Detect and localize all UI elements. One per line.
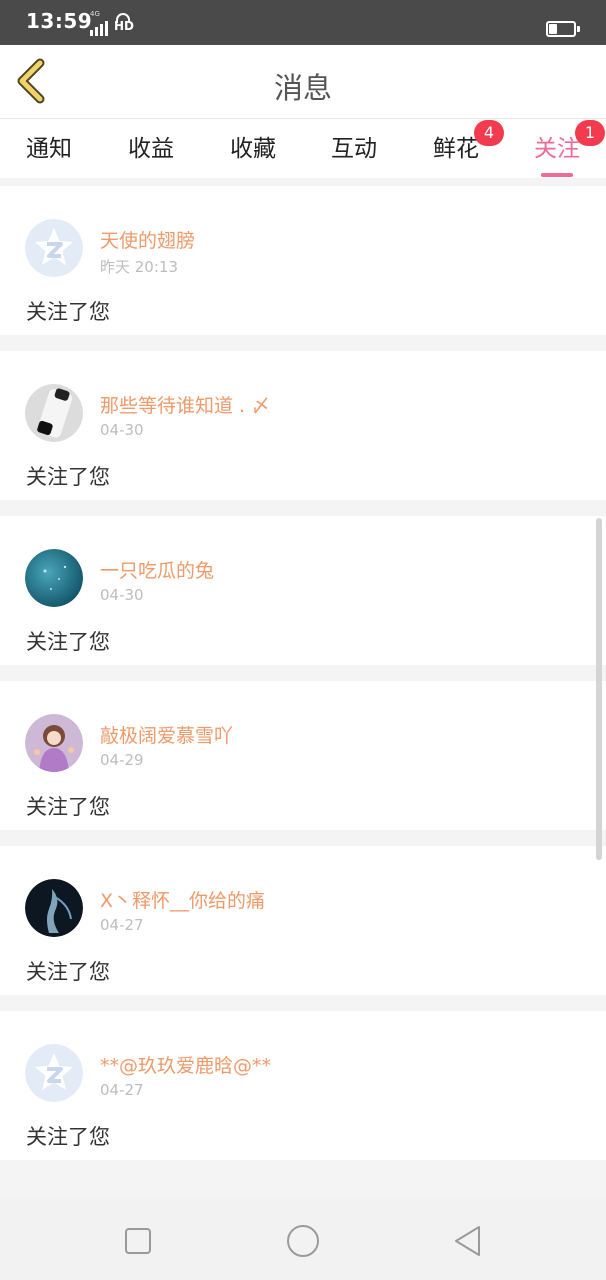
- tab-following[interactable]: 关注 1: [512, 120, 605, 177]
- tab-label: 收藏: [230, 136, 276, 162]
- list-item[interactable]: 敲极阔爱慕雪吖 04-29 关注了您: [0, 681, 606, 830]
- signal-icon: 4G: [88, 10, 114, 36]
- home-button[interactable]: [283, 1221, 323, 1261]
- avatar[interactable]: [25, 549, 83, 607]
- timestamp: 04-30: [100, 421, 144, 439]
- message-text: 关注了您: [26, 795, 110, 819]
- tab-label: 互动: [331, 136, 377, 162]
- username[interactable]: **@玖玖爱鹿晗@**: [100, 1051, 271, 1078]
- tab-label: 收益: [128, 136, 174, 162]
- message-text: 关注了您: [26, 1125, 110, 1149]
- tab-favorites[interactable]: 收藏: [208, 129, 298, 175]
- default-avatar-icon[interactable]: [25, 1044, 83, 1102]
- timestamp: 04-27: [100, 1081, 144, 1099]
- tab-label: 通知: [26, 136, 72, 162]
- active-tab-indicator: [541, 173, 573, 177]
- page-title: 消息: [273, 71, 332, 105]
- page-header: 消息: [0, 45, 606, 119]
- message-text: 关注了您: [26, 960, 110, 984]
- list-item[interactable]: 那些等待谁知道 . 〆 04-30 关注了您: [0, 351, 606, 500]
- tab-interactions[interactable]: 互动: [309, 129, 399, 175]
- status-time: 13:59: [26, 9, 93, 33]
- list-item[interactable]: 天使的翅膀 昨天 20:13 关注了您: [0, 186, 606, 335]
- avatar[interactable]: [25, 714, 83, 772]
- list-item[interactable]: X丶释怀__你给的痛 04-27 关注了您: [0, 846, 606, 995]
- status-bar: 13:59 4G HD: [0, 0, 606, 45]
- message-text: 关注了您: [26, 300, 110, 324]
- tab-flowers[interactable]: 鲜花 4: [411, 120, 504, 175]
- message-text: 关注了您: [26, 465, 110, 489]
- tab-earnings[interactable]: 收益: [106, 129, 196, 175]
- tab-bar: 通知 收益 收藏 互动 鲜花 4 关注 1: [0, 119, 606, 178]
- battery-icon: [546, 21, 580, 37]
- system-navbar: [0, 1199, 606, 1280]
- timestamp: 04-29: [100, 751, 144, 769]
- unread-badge: 4: [474, 120, 504, 146]
- username[interactable]: 一只吃瓜的兔: [100, 556, 214, 583]
- tab-label: 关注: [534, 136, 580, 162]
- message-list: 天使的翅膀 昨天 20:13 关注了您 那些等待谁知道 . 〆 04-30 关注…: [0, 178, 606, 1176]
- username[interactable]: X丶释怀__你给的痛: [100, 886, 265, 913]
- message-text: 关注了您: [26, 630, 110, 654]
- default-avatar-icon[interactable]: [25, 219, 83, 277]
- network-type: 4G: [90, 10, 100, 18]
- unread-badge: 1: [575, 120, 605, 146]
- square-icon: [125, 1228, 151, 1254]
- triangle-back-icon: [455, 1226, 480, 1256]
- username[interactable]: 天使的翅膀: [100, 226, 195, 253]
- timestamp: 昨天 20:13: [100, 258, 178, 276]
- back-nav-button[interactable]: [448, 1221, 488, 1261]
- tab-label: 鲜花: [433, 136, 479, 162]
- timestamp: 04-27: [100, 916, 144, 934]
- avatar[interactable]: [25, 384, 83, 442]
- list-item[interactable]: **@玖玖爱鹿晗@** 04-27 关注了您: [0, 1011, 606, 1160]
- username[interactable]: 敲极阔爱慕雪吖: [100, 721, 233, 748]
- username[interactable]: 那些等待谁知道 . 〆: [100, 391, 270, 418]
- recent-apps-button[interactable]: [118, 1221, 158, 1261]
- scrollbar[interactable]: [596, 518, 602, 860]
- avatar[interactable]: [25, 879, 83, 937]
- circle-icon: [287, 1225, 319, 1257]
- list-item[interactable]: 一只吃瓜的兔 04-30 关注了您: [0, 516, 606, 665]
- hd-indicator: HD: [114, 19, 135, 33]
- timestamp: 04-30: [100, 586, 144, 604]
- tab-notifications[interactable]: 通知: [4, 129, 94, 175]
